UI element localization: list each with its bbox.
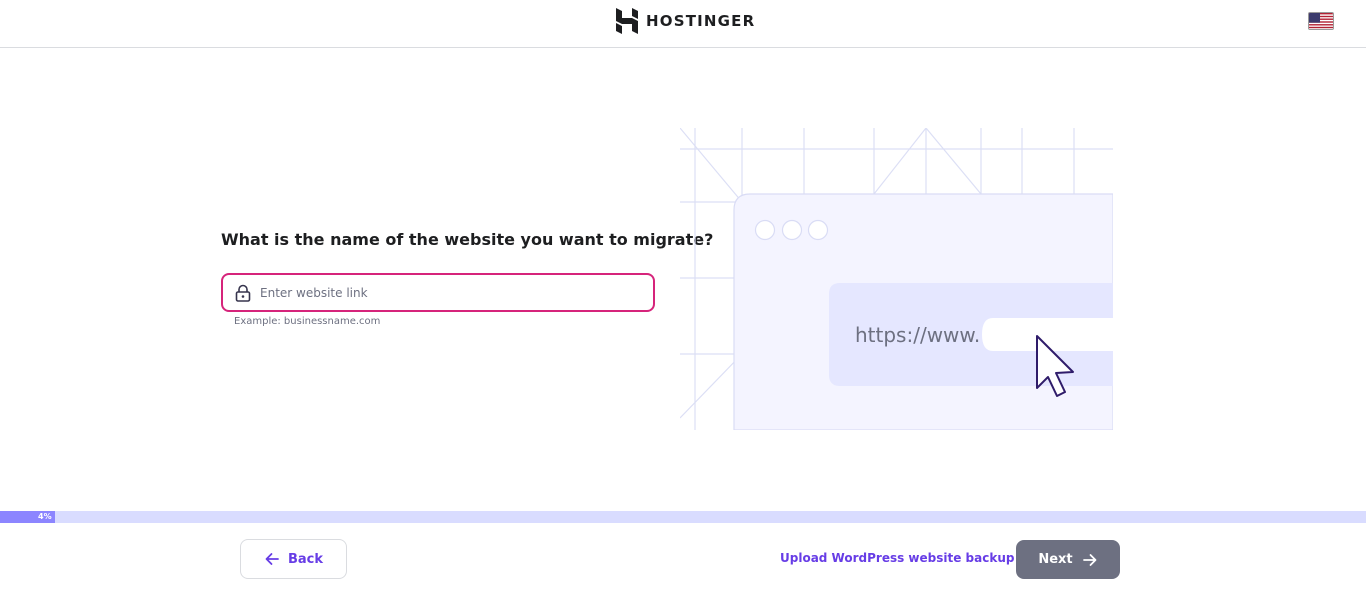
- input-hint: Example: businessname.com: [234, 316, 381, 327]
- arrow-left-icon: [265, 553, 279, 565]
- us-flag-icon[interactable]: [1308, 12, 1334, 30]
- url-prefix-text: https://www.: [855, 323, 980, 347]
- window-dot: [781, 219, 803, 241]
- progress-bar: 4%: [0, 511, 1366, 523]
- hostinger-logo-icon: [616, 8, 638, 34]
- window-dot: [754, 219, 776, 241]
- brand-name: HOSTINGER: [646, 12, 756, 30]
- website-link-field[interactable]: [221, 273, 655, 312]
- progress-label: 4%: [38, 512, 52, 521]
- lock-icon: [235, 284, 251, 302]
- window-dot: [807, 219, 829, 241]
- page-question: What is the name of the website you want…: [221, 230, 714, 249]
- website-link-input[interactable]: [260, 285, 640, 300]
- upload-backup-link[interactable]: Upload WordPress website backup: [780, 551, 1014, 565]
- back-button[interactable]: Back: [240, 539, 347, 579]
- progress-fill: 4%: [0, 511, 55, 523]
- back-button-label: Back: [287, 551, 324, 567]
- migration-illustration: https://www.: [680, 128, 1113, 430]
- arrow-right-icon: [1082, 553, 1097, 566]
- next-button[interactable]: Next: [1016, 540, 1120, 579]
- hostinger-logo[interactable]: HOSTINGER: [616, 8, 755, 34]
- top-bar: HOSTINGER: [0, 0, 1366, 48]
- next-button-label: Next: [1038, 552, 1073, 567]
